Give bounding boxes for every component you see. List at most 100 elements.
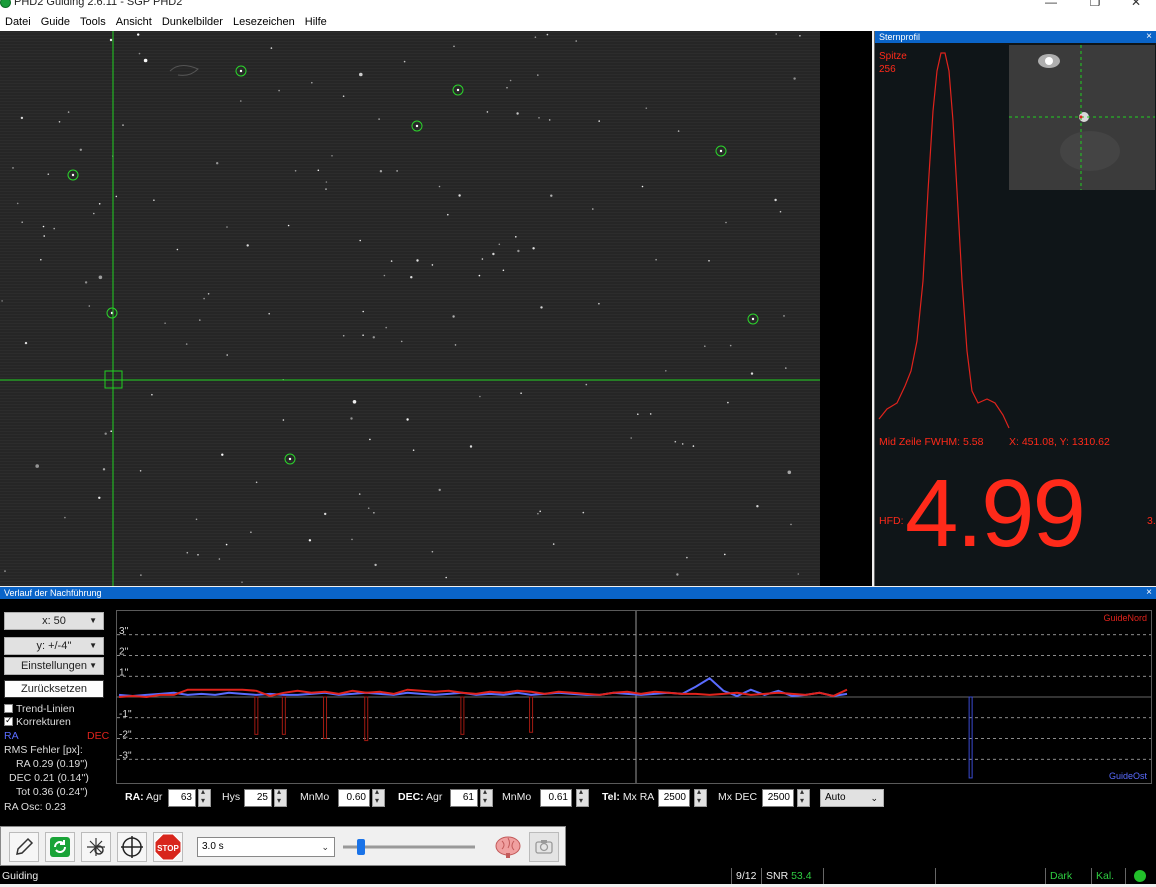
menu-guide[interactable]: Guide xyxy=(36,14,75,31)
auto-select-star-icon[interactable] xyxy=(81,832,111,862)
mx-dec-spinner[interactable] xyxy=(797,787,810,807)
star-dot xyxy=(783,315,785,317)
mx-dec-input[interactable]: 2500 xyxy=(762,789,794,807)
exposure-select[interactable]: 3.0 s ⌄ xyxy=(197,837,335,857)
star-dot xyxy=(226,226,228,228)
star-dot xyxy=(250,531,252,533)
dec-correction-bar xyxy=(460,696,465,735)
star-dot xyxy=(412,449,415,452)
guide-crosshair-icon[interactable] xyxy=(117,832,147,862)
ra-agr-input[interactable]: 63 xyxy=(168,789,196,807)
dec-agr-text: Agr xyxy=(426,791,443,803)
loop-icon[interactable] xyxy=(45,832,75,862)
mx-ra-text: Mx RA xyxy=(622,791,655,803)
dec-correction-bar xyxy=(254,696,259,735)
x-scale-dropdown[interactable]: x: 50 ▼ xyxy=(4,612,104,630)
star-dot xyxy=(641,185,644,188)
star-dot xyxy=(139,470,142,472)
star-dot xyxy=(226,354,228,356)
guide-graph-svg: 3'' 2'' 1'' -1'' -2'' -3'' xyxy=(117,611,1151,783)
dec-mode-select[interactable]: Auto ⌄ xyxy=(820,789,884,807)
star-dot xyxy=(216,162,219,165)
toolbar-strip: STOP 3.0 s ⌄ xyxy=(0,826,566,866)
star-dot xyxy=(592,208,594,210)
ra-hys-spinner[interactable] xyxy=(274,787,287,807)
star-dot xyxy=(431,264,434,266)
y-tick-label: 2'' xyxy=(119,647,128,658)
ra-legend: RA xyxy=(4,730,19,742)
settings-label: Einstellungen xyxy=(20,660,88,672)
menu-hilfe[interactable]: Hilfe xyxy=(300,14,332,31)
menu-lesezeichen[interactable]: Lesezeichen xyxy=(228,14,300,31)
star-dot xyxy=(454,344,457,346)
menu-tools[interactable]: Tools xyxy=(75,14,111,31)
window-title: PHD2 Guiding 2.6.11 - SGP PHD2 xyxy=(14,0,183,8)
star-dot xyxy=(109,38,113,42)
ra-mnmo-spinner[interactable] xyxy=(372,787,385,807)
camera-view[interactable] xyxy=(0,31,872,586)
dec-mnmo-spinner[interactable] xyxy=(576,787,589,807)
mx-dec-label: Mx DEC xyxy=(718,791,758,803)
minimize-button[interactable]: — xyxy=(1041,0,1061,9)
star-dot xyxy=(358,493,361,495)
ra-agr-spinner[interactable] xyxy=(198,787,211,807)
mx-ra-spinner[interactable] xyxy=(694,787,707,807)
star-dot xyxy=(374,563,377,567)
star-dot xyxy=(317,169,320,172)
trend-lines-checkbox[interactable]: Trend-Linien xyxy=(4,703,75,715)
brain-icon[interactable] xyxy=(493,832,523,862)
star-dot xyxy=(143,58,148,63)
camera-settings-icon[interactable] xyxy=(529,832,559,862)
maximize-button[interactable]: ❐ xyxy=(1085,0,1105,9)
status-bar: Guiding 9/12 SNR 53.4 Dark Kal. xyxy=(0,868,1156,884)
tel-section-label: Tel: xyxy=(602,791,620,803)
guide-graph[interactable]: 3'' 2'' 1'' -1'' -2'' -3'' GuideNord GuideOst xyxy=(116,610,1152,784)
reset-button[interactable]: Zurücksetzen xyxy=(4,680,104,698)
star-dot xyxy=(416,259,419,262)
ra-hys-input[interactable]: 25 xyxy=(244,789,272,807)
star-dot xyxy=(724,553,726,556)
star-dot xyxy=(534,36,537,38)
history-close-icon[interactable]: × xyxy=(1146,587,1152,599)
corrections-check-icon[interactable] xyxy=(4,715,13,726)
dec-agr-input[interactable]: 61 xyxy=(450,789,478,807)
star-coords-text: X: 451.08, Y: 1310.62 xyxy=(1009,436,1110,448)
star-dot xyxy=(438,185,441,188)
star-dot xyxy=(372,336,375,339)
star-dot xyxy=(24,341,28,345)
star-dot xyxy=(151,393,153,396)
star-dot xyxy=(195,518,198,521)
stop-button[interactable]: STOP xyxy=(153,832,183,862)
star-dot xyxy=(104,432,107,435)
star-dot xyxy=(540,306,543,309)
mx-ra-input[interactable]: 2500 xyxy=(658,789,690,807)
ra-section-label: RA: xyxy=(125,791,144,803)
star-dot xyxy=(385,326,388,329)
menu-dunkelbilder[interactable]: Dunkelbilder xyxy=(157,14,228,31)
gamma-slider[interactable] xyxy=(341,837,477,857)
settings-dropdown[interactable]: Einstellungen ▼ xyxy=(4,657,104,675)
star-dot xyxy=(53,227,55,230)
star-dot xyxy=(42,225,45,228)
star-dot xyxy=(447,213,449,216)
star-field-image[interactable] xyxy=(0,31,820,586)
trend-lines-check-icon[interactable] xyxy=(4,704,13,713)
close-button[interactable]: ✕ xyxy=(1126,0,1146,9)
y-scale-dropdown[interactable]: y: +/-4'' ▼ xyxy=(4,637,104,655)
pencil-icon[interactable] xyxy=(9,832,39,862)
ra-mnmo-input[interactable]: 0.60 xyxy=(338,789,370,807)
menu-ansicht[interactable]: Ansicht xyxy=(111,14,157,31)
dec-mnmo-input[interactable]: 0.61 xyxy=(540,789,572,807)
menu-datei[interactable]: Datei xyxy=(0,14,36,31)
star-dot xyxy=(649,413,652,415)
profile-line xyxy=(878,52,1010,429)
guide-north-label: GuideNord xyxy=(1103,613,1147,623)
star-dot xyxy=(793,77,796,80)
star-dot xyxy=(287,224,290,227)
corrections-checkbox[interactable]: Korrekturen xyxy=(4,715,71,728)
dec-agr-spinner[interactable] xyxy=(480,787,493,807)
star-dot xyxy=(515,236,517,238)
star-dot xyxy=(362,310,365,313)
chevron-down-icon: ▼ xyxy=(89,641,97,650)
gamma-slider-thumb[interactable] xyxy=(357,839,365,855)
